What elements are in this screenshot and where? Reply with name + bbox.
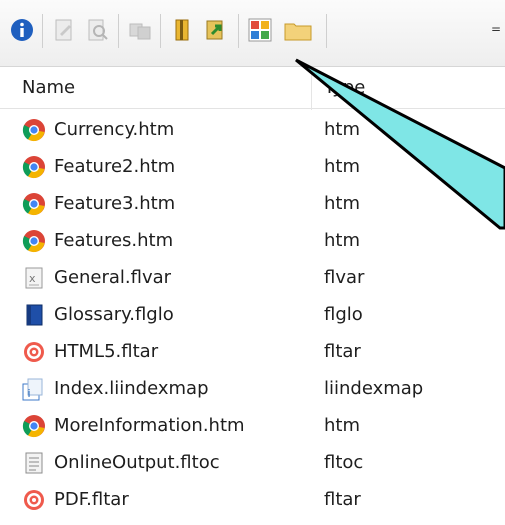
toolbar-separator xyxy=(326,14,327,48)
file-row[interactable]: OnlineOutput.fltoc fltoc xyxy=(0,445,505,482)
publish-icon[interactable] xyxy=(204,18,228,42)
file-type: fltar xyxy=(324,341,361,362)
file-type: htm xyxy=(324,156,360,177)
file-name: HTML5.fltar xyxy=(54,341,159,362)
file-name: Glossary.flglo xyxy=(54,304,174,325)
index-map-icon: i xyxy=(22,377,46,401)
file-name: Index.liindexmap xyxy=(54,378,209,399)
file-name: Feature2.htm xyxy=(54,156,176,177)
book-icon[interactable] xyxy=(170,18,194,42)
target-icon xyxy=(22,340,46,364)
target-icon xyxy=(22,488,46,512)
file-row[interactable]: Features.htm htm xyxy=(0,223,505,260)
chrome-icon xyxy=(22,414,46,438)
file-type: htm xyxy=(324,415,360,436)
file-name: Currency.htm xyxy=(54,119,175,140)
file-list: Currency.htm htm Feature2.htm htm Feature3.h… xyxy=(0,112,505,519)
toolbar-separator xyxy=(118,14,119,48)
file-type: htm xyxy=(324,193,360,214)
svg-text:i: i xyxy=(28,387,31,400)
folder-sync-icon[interactable] xyxy=(128,18,152,42)
file-row[interactable]: Feature3.htm htm xyxy=(0,186,505,223)
file-name: Feature3.htm xyxy=(54,193,176,214)
file-type: flvar xyxy=(324,267,365,288)
file-row[interactable]: MoreInformation.htm htm xyxy=(0,408,505,445)
toc-icon xyxy=(22,451,46,475)
toolbar: = xyxy=(0,0,505,67)
chrome-icon xyxy=(22,118,46,142)
file-name: Features.htm xyxy=(54,230,174,251)
folder-icon[interactable] xyxy=(284,18,312,42)
chrome-icon xyxy=(22,229,46,253)
file-type: flglo xyxy=(324,304,363,325)
file-edit-icon[interactable] xyxy=(52,18,76,42)
file-row[interactable]: HTML5.fltar fltar xyxy=(0,334,505,371)
file-row[interactable]: Glossary.flglo flglo xyxy=(0,297,505,334)
toolbar-separator xyxy=(42,14,43,48)
file-row[interactable]: Currency.htm htm xyxy=(0,112,505,149)
file-type: liindexmap xyxy=(324,378,424,399)
toolbar-overflow-button[interactable]: = xyxy=(491,22,501,36)
file-type: fltoc xyxy=(324,452,364,473)
file-name: MoreInformation.htm xyxy=(54,415,245,436)
column-header-name[interactable]: Name xyxy=(22,77,75,98)
chrome-icon xyxy=(22,192,46,216)
column-divider[interactable] xyxy=(311,70,312,110)
variables-icon: x xyxy=(22,266,46,290)
file-name: General.flvar xyxy=(54,267,172,288)
glossary-book-icon xyxy=(22,303,46,327)
file-type: htm xyxy=(324,119,360,140)
toolbar-separator xyxy=(160,14,161,48)
grid-icon[interactable] xyxy=(248,18,272,42)
column-header-type[interactable]: Type xyxy=(324,77,365,98)
file-row[interactable]: PDF.fltar fltar xyxy=(0,482,505,519)
file-search-icon[interactable] xyxy=(86,18,110,42)
info-icon[interactable] xyxy=(10,18,34,42)
file-row[interactable]: Feature2.htm htm xyxy=(0,149,505,186)
column-header: Name Type xyxy=(0,68,505,109)
svg-text:x: x xyxy=(29,272,36,285)
file-name: PDF.fltar xyxy=(54,489,129,510)
file-row[interactable]: i Index.liindexmap liindexmap xyxy=(0,371,505,408)
file-type: fltar xyxy=(324,489,361,510)
file-name: OnlineOutput.fltoc xyxy=(54,452,220,473)
file-row[interactable]: x General.flvar flvar xyxy=(0,260,505,297)
file-type: htm xyxy=(324,230,360,251)
toolbar-separator xyxy=(238,14,239,48)
chrome-icon xyxy=(22,155,46,179)
